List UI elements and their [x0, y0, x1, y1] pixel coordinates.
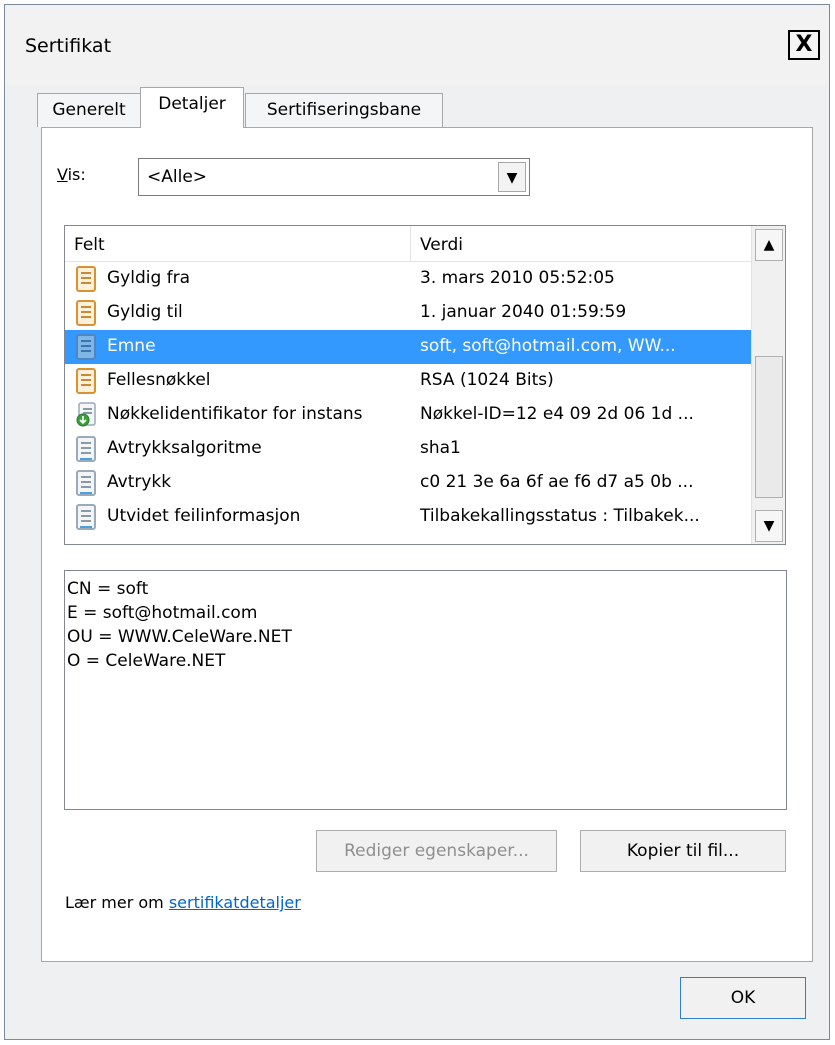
field-value: 3. mars 2010 05:52:05	[420, 268, 615, 288]
detail-line: E = soft@hotmail.com	[67, 603, 258, 623]
edit-properties-button[interactable]: Rediger egenskaper...	[316, 830, 557, 872]
learn-more-text: Lær mer om sertifikatdetaljer	[65, 893, 301, 912]
certificate-dialog: Sertifikat X Generelt Detaljer Sertifise…	[4, 4, 830, 1040]
list-header: Felt Verdi	[65, 226, 751, 262]
ok-button[interactable]: OK	[680, 977, 806, 1019]
show-dropdown-value: <Alle>	[147, 167, 208, 187]
scroll-down-arrow-icon[interactable]: ▼	[755, 510, 783, 542]
certificate-field-icon	[76, 300, 96, 326]
window-title: Sertifikat	[25, 35, 112, 57]
field-value: 1. januar 2040 01:59:59	[420, 302, 627, 322]
list-row[interactable]: Nøkkelidentifikator for instans Nøkkel-I…	[65, 398, 751, 432]
fields-list[interactable]: Felt Verdi Gyldig fra 3. mars 2010 05:52…	[64, 225, 786, 545]
property-field-icon	[76, 504, 96, 530]
field-name: Gyldig fra	[107, 268, 191, 288]
certificate-details-link[interactable]: sertifikatdetaljer	[169, 893, 301, 912]
list-row[interactable]: Avtrykk c0 21 3e 6a 6f ae f6 d7 a5 0b ..…	[65, 466, 751, 500]
detail-line: CN = soft	[67, 579, 149, 599]
scrollbar-thumb[interactable]	[755, 356, 783, 498]
column-header-field[interactable]: Felt	[74, 235, 105, 255]
field-name: Utvidet feilinformasjon	[107, 506, 301, 526]
field-details-textbox[interactable]: CN = soft E = soft@hotmail.com OU = WWW.…	[64, 570, 787, 810]
field-value: Tilbakekallingsstatus : Tilbakek...	[420, 506, 700, 526]
close-button[interactable]: X	[788, 30, 820, 60]
title-bar: Sertifikat X	[5, 5, 829, 85]
list-row[interactable]: Fellesnøkkel RSA (1024 Bits)	[65, 364, 751, 398]
certificate-field-icon	[76, 334, 96, 360]
list-row[interactable]: Avtrykksalgoritme sha1	[65, 432, 751, 466]
dropdown-arrow-icon[interactable]: ▼	[498, 162, 526, 192]
field-name: Emne	[107, 336, 156, 356]
field-name: Gyldig til	[107, 302, 183, 322]
list-row[interactable]: Gyldig til 1. januar 2040 01:59:59	[65, 296, 751, 330]
field-name: Avtrykksalgoritme	[107, 438, 262, 458]
field-name: Avtrykk	[107, 472, 172, 492]
scroll-up-arrow-icon[interactable]: ▲	[755, 229, 783, 261]
property-field-icon	[76, 436, 96, 462]
learn-more-prefix: Lær mer om	[65, 893, 169, 912]
field-value: RSA (1024 Bits)	[420, 370, 554, 390]
field-name: Nøkkelidentifikator for instans	[107, 404, 363, 424]
field-value: c0 21 3e 6a 6f ae f6 d7 a5 0b ...	[420, 472, 694, 492]
field-value: Nøkkel-ID=12 e4 09 2d 06 1d ...	[420, 404, 694, 424]
detail-line: OU = WWW.CeleWare.NET	[67, 627, 292, 647]
list-row[interactable]: Gyldig fra 3. mars 2010 05:52:05	[65, 262, 751, 296]
column-header-value[interactable]: Verdi	[420, 235, 463, 255]
list-row-selected[interactable]: Emne soft, soft@hotmail.com, WW...	[65, 330, 751, 364]
property-field-icon	[76, 470, 96, 496]
detail-line: O = CeleWare.NET	[67, 651, 226, 671]
list-row[interactable]: Utvidet feilinformasjon Tilbakekallingss…	[65, 500, 751, 534]
tab-certification-path[interactable]: Sertifiseringsbane	[245, 93, 443, 127]
show-dropdown[interactable]: <Alle> ▼	[138, 158, 530, 196]
copy-to-file-button[interactable]: Kopier til fil...	[580, 830, 786, 872]
field-value: soft, soft@hotmail.com, WW...	[420, 336, 676, 356]
column-separator	[410, 226, 411, 262]
tab-general[interactable]: Generelt	[37, 93, 141, 127]
field-name: Fellesnøkkel	[107, 370, 211, 390]
tab-details[interactable]: Detaljer	[140, 87, 244, 128]
extension-field-icon	[76, 402, 96, 427]
vertical-scrollbar[interactable]: ▲ ▼	[751, 226, 785, 544]
certificate-field-icon	[76, 266, 96, 292]
show-label: Vis:	[57, 165, 86, 184]
certificate-field-icon	[76, 368, 96, 394]
field-value: sha1	[420, 438, 461, 458]
